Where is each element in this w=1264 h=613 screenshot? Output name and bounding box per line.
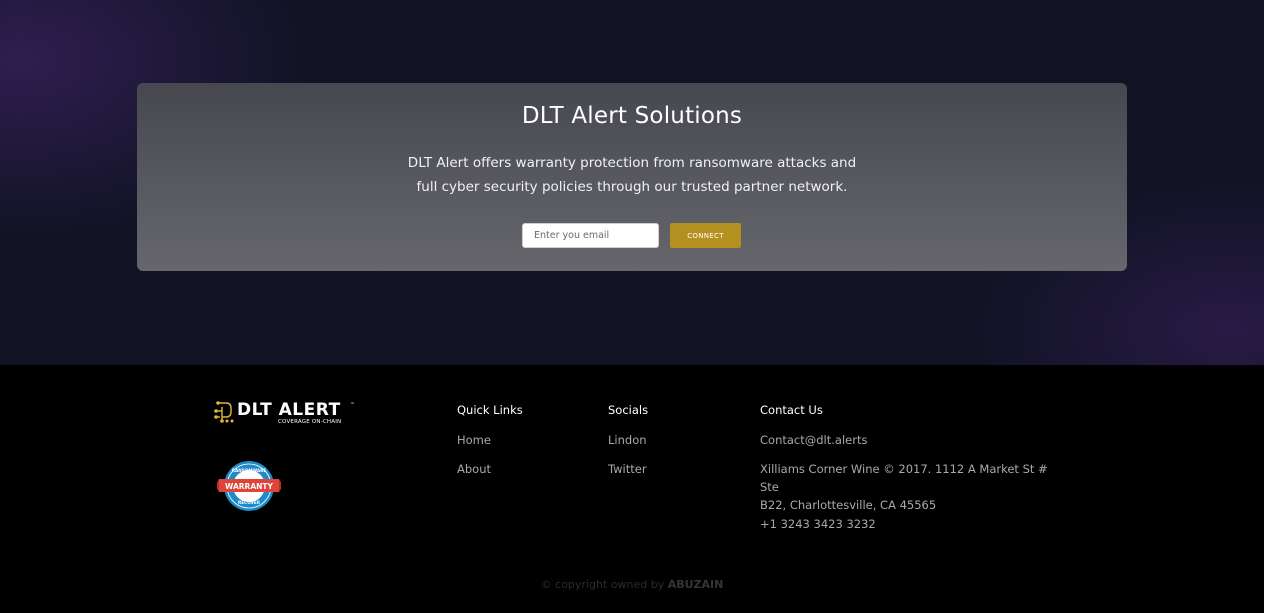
socials-title: Socials <box>608 403 649 417</box>
social-link-twitter[interactable]: Twitter <box>608 462 647 476</box>
hero-section: DLT Alert Solutions DLT Alert offers war… <box>0 0 1264 365</box>
logo-tagline: COVERAGE ON-CHAIN <box>278 419 342 425</box>
connect-button[interactable]: CONNECT <box>670 223 741 248</box>
logo-wordmark: DLT ALERT <box>237 400 341 420</box>
social-link-lindon[interactable]: Lindon <box>608 433 647 447</box>
footer-link-home[interactable]: Home <box>457 433 491 447</box>
circuit-logo-icon <box>214 401 234 423</box>
hero-description-line-2: full cyber security policies through our… <box>416 179 848 195</box>
hero-title: DLT Alert Solutions <box>521 103 743 129</box>
copyright-prefix: © copyright owned by <box>540 578 668 591</box>
copyright-owner: ABUZAIN <box>667 578 724 591</box>
contact-address: Xilliams Corner Wine © 2017. 1112 A Mark… <box>760 460 1060 514</box>
contact-address-line-2: B22, Charlottesville, CA 45565 <box>760 498 937 512</box>
badge-bottom-text: RECOVER <box>238 500 261 505</box>
copyright-text: © copyright owned by ABUZAIN <box>0 578 1264 591</box>
footer-link-about[interactable]: About <box>457 462 491 476</box>
badge-warranty-text: WARRANTY <box>225 482 273 491</box>
logo-trademark: ™ <box>350 402 355 408</box>
quick-links-title: Quick Links <box>457 403 523 417</box>
contact-address-line-1: Xilliams Corner Wine © 2017. 1112 A Mark… <box>760 462 1048 494</box>
newsletter-card: DLT Alert Solutions DLT Alert offers war… <box>137 83 1127 271</box>
footer-logo[interactable]: DLT ALERT ™ COVERAGE ON-CHAIN <box>213 399 363 429</box>
email-input[interactable] <box>522 223 659 248</box>
contact-title: Contact Us <box>760 403 823 417</box>
hero-description: DLT Alert offers warranty protection fro… <box>382 151 882 199</box>
ransomware-warranty-badge-icon: WARRANTY RANSOMWARE RECOVER <box>217 461 281 511</box>
badge-top-text: RANSOMWARE <box>232 468 267 473</box>
contact-email-link[interactable]: Contact@dlt.alerts <box>760 433 867 447</box>
contact-phone: +1 3243 3423 3232 <box>760 517 876 531</box>
footer: DLT ALERT ™ COVERAGE ON-CHAIN WARRANTY R… <box>0 365 1264 613</box>
hero-description-line-1: DLT Alert offers warranty protection fro… <box>407 155 857 171</box>
